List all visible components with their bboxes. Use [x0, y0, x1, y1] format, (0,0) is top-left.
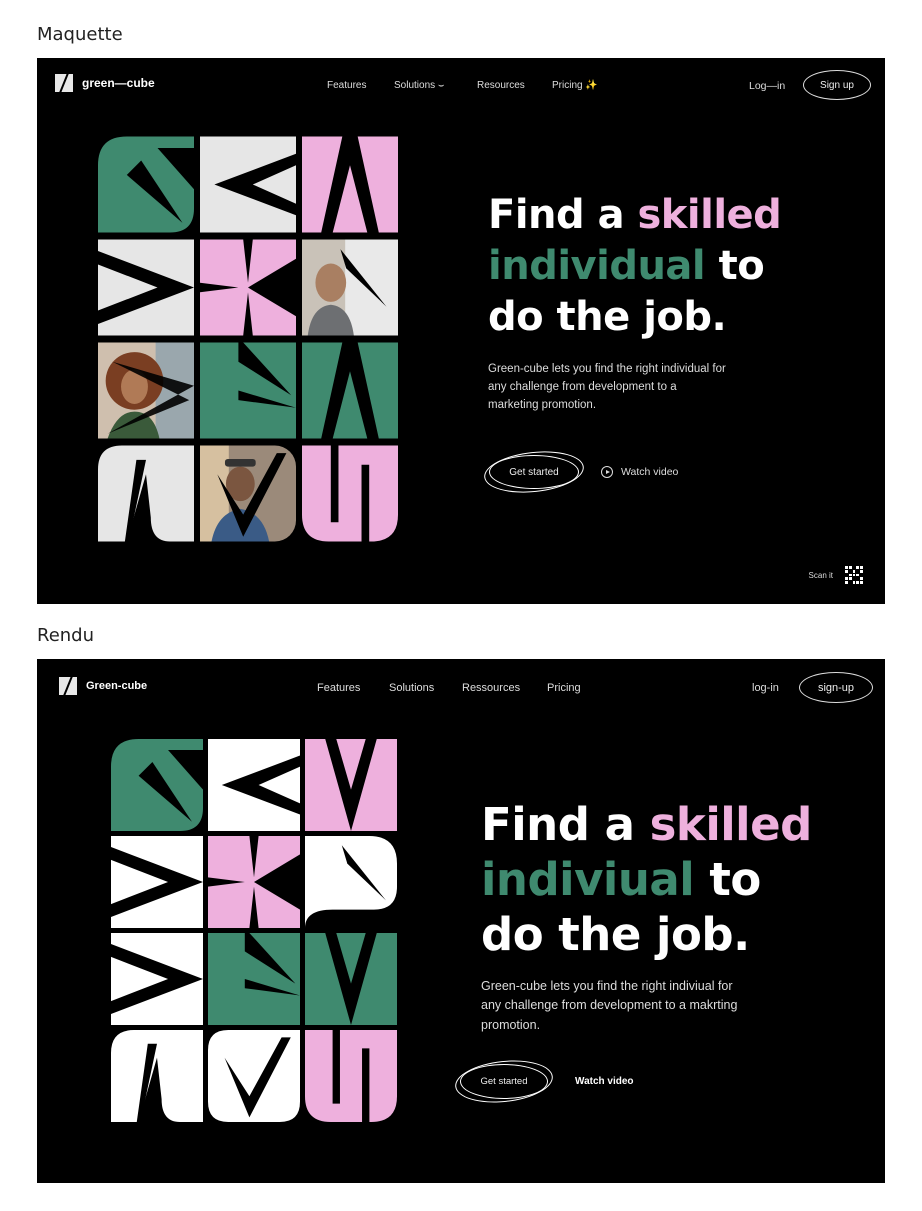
tile-letter-e-2 — [98, 239, 194, 336]
nav-item-resources[interactable]: Resources — [477, 80, 552, 91]
tile-letter-k — [200, 239, 296, 336]
navbar: Green-cube Features Solutions Ressources… — [37, 659, 885, 715]
hero-headline: Find a skilled indiviual to do the job. — [481, 798, 812, 961]
maquette-frame: green—cube Features Solutions ⌣ Resource… — [37, 58, 885, 604]
chevron-down-icon: ⌣ — [437, 80, 445, 91]
tile-letter-r — [208, 933, 300, 1025]
rendu-frame: Green-cube Features Solutions Ressources… — [37, 659, 885, 1183]
nav-menu: Features Solutions ⌣ Resources Pricing ✨ — [327, 80, 598, 91]
tile-letter-n — [98, 445, 194, 542]
tile-letter-u — [302, 445, 398, 542]
nav-item-pricing[interactable]: Pricing — [547, 682, 581, 694]
logo[interactable]: green—cube — [55, 74, 155, 92]
nav-item-solutions[interactable]: Solutions ⌣ — [394, 80, 477, 91]
sparkle-icon: ✨ — [585, 80, 598, 91]
signup-button[interactable]: Sign up — [803, 70, 871, 100]
nav-item-features[interactable]: Features — [317, 682, 389, 694]
get-started-button[interactable]: Get started — [460, 1064, 548, 1099]
tile-letter-e-2 — [111, 836, 203, 928]
tile-letter-g — [111, 739, 203, 831]
tile-letter-a-2 — [302, 342, 398, 439]
photo-tile-woman — [98, 342, 194, 439]
tile-letter-a — [302, 136, 398, 233]
watch-video-link[interactable]: Watch video — [601, 466, 678, 478]
nav-item-features[interactable]: Features — [327, 80, 394, 91]
letter-tile-grid — [98, 136, 398, 542]
nav-item-pricing[interactable]: Pricing ✨ — [552, 80, 598, 91]
hero-description: Green-cube lets you find the right indiv… — [481, 979, 738, 1032]
logo-text: green—cube — [82, 76, 155, 90]
hero-description: Green-cube lets you find the right indiv… — [488, 363, 726, 411]
tile-letter-k — [208, 836, 300, 928]
letter-tile-grid — [111, 739, 397, 1122]
hero-headline: Find a skilled individual to do the job. — [488, 192, 782, 340]
tile-letter-m — [305, 739, 397, 831]
login-link[interactable]: Log—in — [749, 80, 785, 92]
tile-letter-g — [98, 136, 194, 233]
tile-letter-e — [200, 136, 296, 233]
tile-letter-r — [200, 342, 296, 439]
photo-tile-man-2 — [200, 445, 296, 542]
tile-letter-e-3 — [111, 933, 203, 1025]
logo-icon — [55, 74, 73, 92]
signup-button[interactable]: sign-up — [799, 672, 873, 703]
tile-letter-e — [208, 739, 300, 831]
scan-qr[interactable]: Scan it — [809, 566, 863, 584]
login-link[interactable]: log-in — [752, 682, 779, 694]
logo-text: Green-cube — [86, 680, 148, 692]
get-started-button[interactable]: Get started — [489, 455, 579, 489]
caption-rendu: Rendu — [37, 625, 95, 646]
nav-item-solutions[interactable]: Solutions — [389, 682, 462, 694]
tile-letter-m-2 — [305, 933, 397, 1025]
caption-maquette: Maquette — [37, 24, 123, 45]
nav-menu: Features Solutions Ressources Pricing — [317, 682, 581, 694]
navbar: green—cube Features Solutions ⌣ Resource… — [37, 58, 885, 114]
tile-letter-n — [111, 1030, 203, 1122]
tile-letter-v — [208, 1030, 300, 1122]
logo[interactable]: Green-cube — [59, 677, 147, 695]
watch-video-link[interactable]: Watch video — [575, 1076, 634, 1087]
tile-letter-p — [305, 836, 397, 928]
tile-letter-w — [305, 1030, 397, 1122]
qr-code-icon — [845, 566, 863, 584]
logo-icon — [59, 677, 77, 695]
nav-item-resources[interactable]: Ressources — [462, 682, 547, 694]
play-icon — [601, 466, 613, 478]
photo-tile-man — [302, 239, 398, 336]
